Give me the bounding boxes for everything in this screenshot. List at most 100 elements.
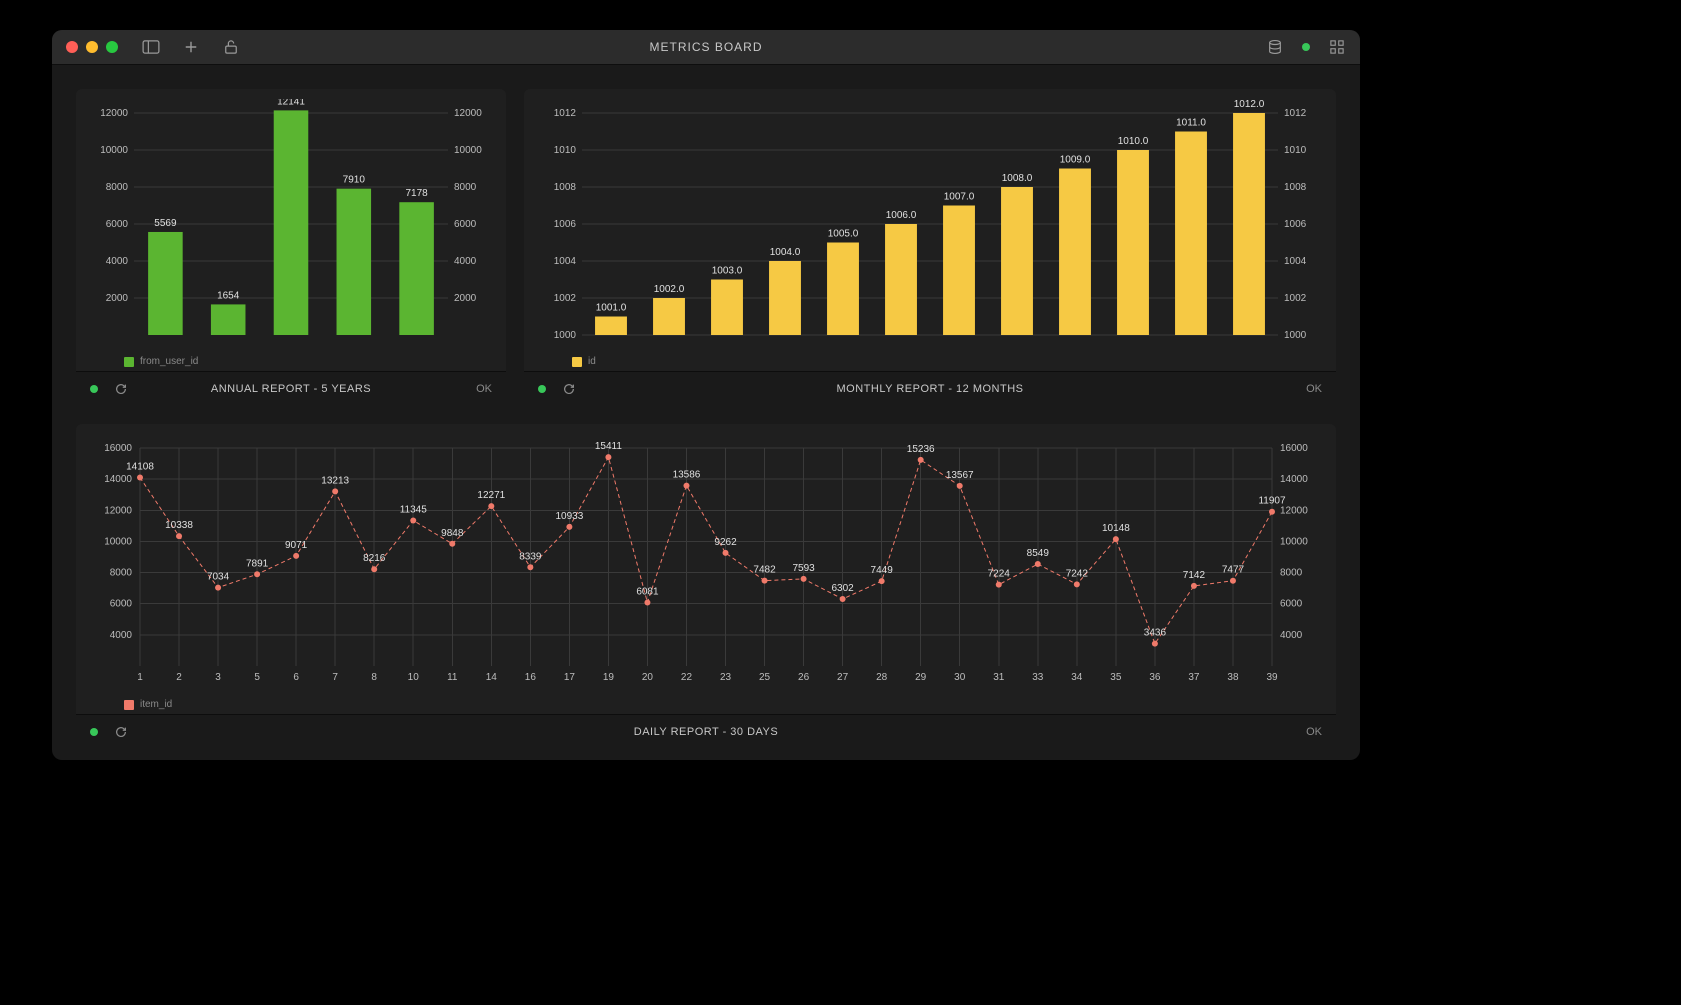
svg-text:4000: 4000 <box>110 630 133 641</box>
minimize-window-button[interactable] <box>86 41 98 53</box>
svg-text:1004: 1004 <box>1284 256 1307 267</box>
svg-text:13586: 13586 <box>673 470 701 481</box>
svg-text:7593: 7593 <box>792 563 815 574</box>
zoom-window-button[interactable] <box>106 41 118 53</box>
panel-title-daily: DAILY REPORT - 30 DAYS <box>76 726 1336 738</box>
svg-text:5: 5 <box>254 672 260 683</box>
svg-text:1: 1 <box>137 672 143 683</box>
svg-text:7449: 7449 <box>871 565 894 576</box>
svg-text:12141: 12141 <box>277 99 305 107</box>
svg-text:1000: 1000 <box>554 330 577 341</box>
svg-text:8: 8 <box>371 672 377 683</box>
svg-text:7178: 7178 <box>405 188 428 199</box>
svg-text:25: 25 <box>759 672 771 683</box>
legend-label-daily: item_id <box>140 699 172 710</box>
svg-text:7477: 7477 <box>1222 565 1245 576</box>
svg-text:1012: 1012 <box>554 108 577 119</box>
svg-text:29: 29 <box>915 672 927 683</box>
refresh-button-daily[interactable] <box>114 725 128 739</box>
svg-text:9848: 9848 <box>441 528 464 539</box>
svg-text:7242: 7242 <box>1066 568 1089 579</box>
svg-text:1005.0: 1005.0 <box>828 229 859 240</box>
svg-text:5569: 5569 <box>154 218 177 229</box>
panel-footer-annual: ANNUAL REPORT - 5 YEARS OK <box>76 371 506 406</box>
svg-text:11345: 11345 <box>400 504 428 515</box>
svg-text:11907: 11907 <box>1258 496 1286 507</box>
svg-text:4000: 4000 <box>1280 630 1303 641</box>
svg-text:12000: 12000 <box>454 108 482 119</box>
panel-status-annual: OK <box>476 383 492 395</box>
legend-label-annual: from_user_id <box>140 356 198 367</box>
svg-text:12000: 12000 <box>104 505 132 516</box>
svg-text:1010: 1010 <box>554 145 577 156</box>
svg-text:8216: 8216 <box>363 553 386 564</box>
svg-text:20: 20 <box>642 672 654 683</box>
top-row: 2000200040004000600060008000800010000100… <box>76 89 1336 406</box>
legend-swatch-daily <box>124 700 134 710</box>
svg-text:1000: 1000 <box>1284 330 1307 341</box>
svg-text:33: 33 <box>1032 672 1044 683</box>
svg-text:2000: 2000 <box>454 293 477 304</box>
svg-text:15236: 15236 <box>907 444 935 455</box>
refresh-button-annual[interactable] <box>114 382 128 396</box>
dashboard-body: 2000200040004000600060008000800010000100… <box>52 65 1360 760</box>
svg-text:6302: 6302 <box>831 583 854 594</box>
svg-text:1004: 1004 <box>554 256 577 267</box>
svg-text:19: 19 <box>603 672 615 683</box>
svg-text:1002: 1002 <box>1284 293 1307 304</box>
panel-annual: 2000200040004000600060008000800010000100… <box>76 89 506 406</box>
sidebar-toggle-icon[interactable] <box>142 38 160 56</box>
svg-text:1010.0: 1010.0 <box>1118 136 1149 147</box>
svg-text:1008: 1008 <box>1284 182 1307 193</box>
close-window-button[interactable] <box>66 41 78 53</box>
svg-text:1001.0: 1001.0 <box>596 303 627 314</box>
database-icon[interactable] <box>1266 38 1284 56</box>
svg-text:7224: 7224 <box>988 569 1011 580</box>
svg-text:15411: 15411 <box>595 441 623 452</box>
svg-text:7: 7 <box>332 672 338 683</box>
svg-text:12000: 12000 <box>100 108 128 119</box>
chart-annual: 2000200040004000600060008000800010000100… <box>76 89 506 371</box>
lock-open-icon[interactable] <box>222 38 240 56</box>
svg-text:17: 17 <box>564 672 576 683</box>
svg-text:8000: 8000 <box>1280 568 1303 579</box>
app-window: METRICS BOARD 2 <box>52 30 1360 760</box>
svg-text:27: 27 <box>837 672 849 683</box>
panel-status-daily: OK <box>1306 726 1322 738</box>
add-icon[interactable] <box>182 38 200 56</box>
svg-text:7482: 7482 <box>753 565 776 576</box>
svg-text:10338: 10338 <box>165 520 193 531</box>
svg-text:11: 11 <box>447 672 458 683</box>
window-controls <box>66 41 118 53</box>
panel-monthly: 1000100010021002100410041006100610081008… <box>524 89 1336 406</box>
svg-text:8549: 8549 <box>1027 548 1050 559</box>
svg-text:3: 3 <box>215 672 221 683</box>
svg-text:13567: 13567 <box>946 470 974 481</box>
svg-text:1654: 1654 <box>217 290 240 301</box>
svg-text:4000: 4000 <box>106 256 129 267</box>
panel-status-monthly: OK <box>1306 383 1322 395</box>
titlebar: METRICS BOARD <box>52 30 1360 65</box>
window-title: METRICS BOARD <box>52 40 1360 54</box>
svg-text:6000: 6000 <box>106 219 129 230</box>
svg-text:28: 28 <box>876 672 888 683</box>
svg-text:10000: 10000 <box>454 145 482 156</box>
svg-text:12271: 12271 <box>477 490 505 501</box>
svg-text:14: 14 <box>486 672 498 683</box>
toolbar-right <box>1266 38 1346 56</box>
legend-annual: from_user_id <box>124 356 488 367</box>
status-indicator-annual <box>90 385 98 393</box>
svg-text:22: 22 <box>681 672 693 683</box>
svg-text:35: 35 <box>1110 672 1122 683</box>
svg-text:3436: 3436 <box>1144 628 1167 639</box>
grid-icon[interactable] <box>1328 38 1346 56</box>
svg-text:9071: 9071 <box>285 540 308 551</box>
svg-text:9262: 9262 <box>714 537 737 548</box>
refresh-button-monthly[interactable] <box>562 382 576 396</box>
svg-text:16: 16 <box>525 672 537 683</box>
svg-text:26: 26 <box>798 672 810 683</box>
svg-text:1008.0: 1008.0 <box>1002 173 1033 184</box>
svg-text:1011.0: 1011.0 <box>1176 118 1206 129</box>
svg-text:12000: 12000 <box>1280 505 1308 516</box>
svg-text:1012.0: 1012.0 <box>1234 99 1265 110</box>
